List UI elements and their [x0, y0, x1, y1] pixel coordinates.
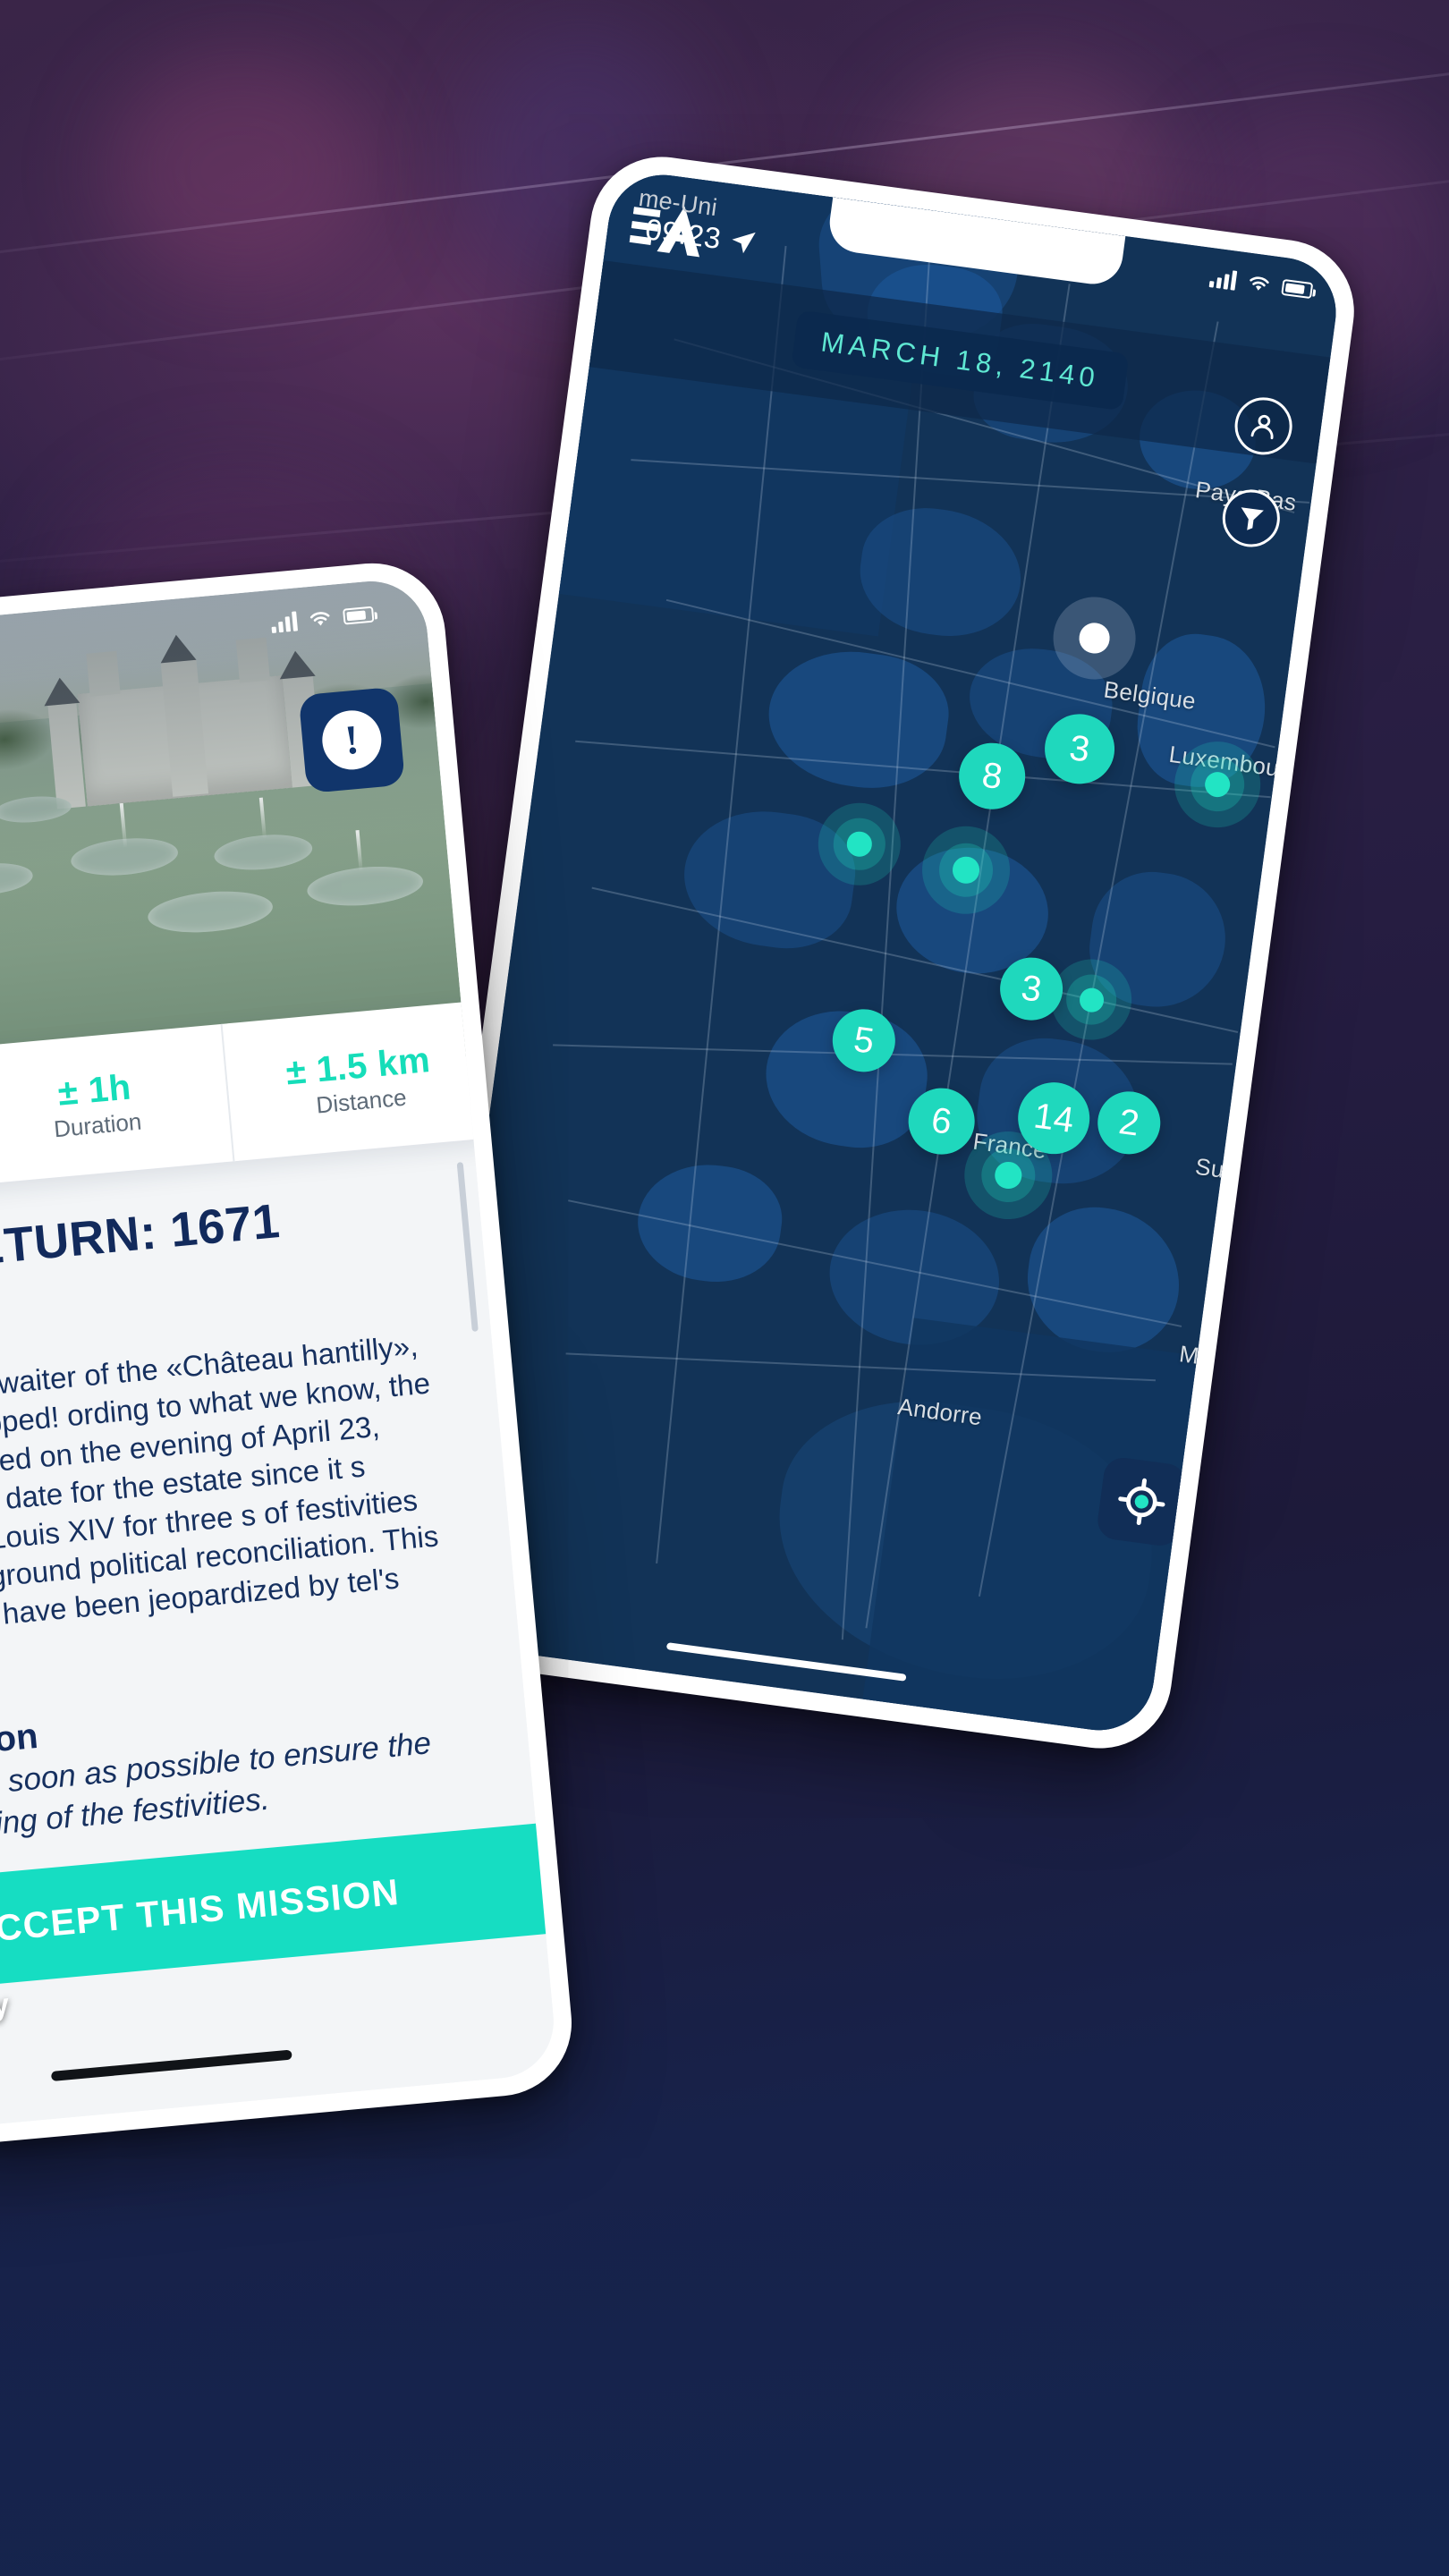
- mission-alert-badge[interactable]: !: [298, 686, 406, 794]
- location-arrow-icon: [732, 232, 756, 254]
- story-body: çois Vatel, head waiter of the «Château …: [0, 1328, 440, 1649]
- status-indicators: [1208, 267, 1314, 301]
- status-time: 09:23: [643, 212, 758, 260]
- bg-blob: [107, 54, 376, 286]
- map-land: [760, 640, 956, 798]
- battery-icon: [1281, 278, 1314, 300]
- wifi-icon: [309, 612, 330, 626]
- wifi-icon: [1250, 276, 1269, 291]
- account-circle-icon: [1250, 414, 1274, 440]
- stat-distance: ± 1.5 km Distance: [220, 1000, 497, 1162]
- crosshair-locate-icon: [1118, 1478, 1165, 1526]
- stat-value: ± 1h: [55, 1067, 133, 1114]
- filter-funnel-icon: [1241, 507, 1264, 530]
- accept-mission-label: ACCEPT THIS MISSION: [0, 1870, 402, 1952]
- year-of-return-title: AR OF RETURN: 1671: [0, 1194, 283, 1294]
- signal-bars-icon: [270, 611, 299, 633]
- sheet-scrollbar[interactable]: [456, 1162, 479, 1332]
- battery-icon: [343, 606, 375, 625]
- map-land: [631, 1156, 789, 1291]
- status-indicators: [270, 605, 375, 633]
- stat-duration: ± 1h Duration: [0, 1023, 233, 1186]
- stat-label: Duration: [52, 1107, 143, 1143]
- locate-me-button[interactable]: [1095, 1455, 1189, 1548]
- stat-value: ± 1.5 km: [284, 1039, 432, 1093]
- exclamation-circle-icon: !: [319, 708, 385, 773]
- signal-bars-icon: [1208, 267, 1238, 291]
